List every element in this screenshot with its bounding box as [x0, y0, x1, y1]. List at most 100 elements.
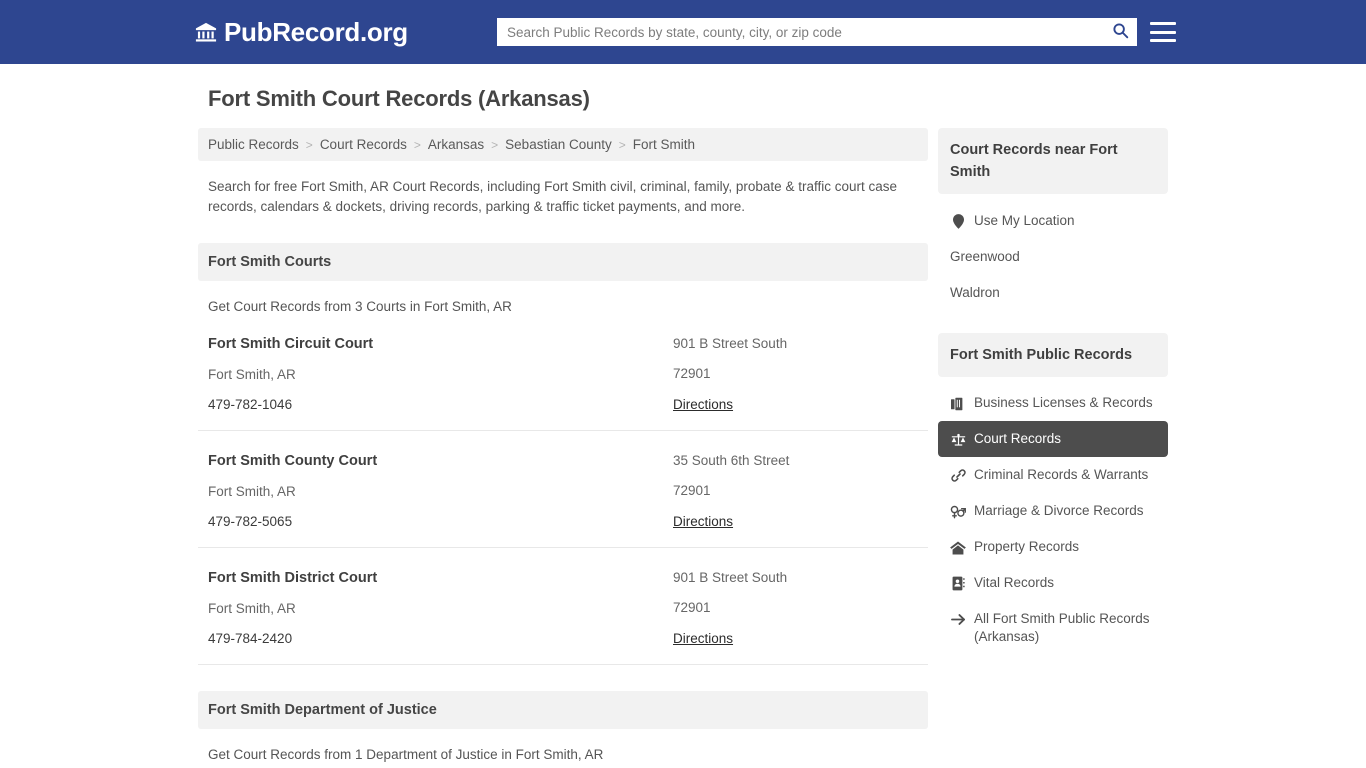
breadcrumb-item-fort-smith: Fort Smith	[632, 137, 696, 152]
scales-of-justice-icon	[950, 431, 966, 448]
map-pin-icon	[950, 213, 966, 230]
listing-city-state: Fort Smith, AR	[208, 484, 296, 499]
table-row: Fort Smith Arkansas Department of Justic…	[198, 762, 928, 768]
sidebar-item-vital-records[interactable]: Vital Records	[938, 565, 1168, 601]
list-item: Use My Location	[938, 203, 1168, 239]
address-book-icon	[950, 575, 966, 592]
listing-right: 35 South 6th Street 72901 Directions	[673, 453, 918, 531]
section-heading-courts: Fort Smith Courts	[198, 243, 928, 281]
sidebar-heading-public-records: Fort Smith Public Records	[938, 333, 1168, 377]
page-layout: Public Records > Court Records > Arkansa…	[198, 128, 1168, 768]
list-item: Waldron	[938, 275, 1168, 311]
listing-left: Fort Smith District Court Fort Smith, AR…	[208, 570, 673, 648]
breadcrumb-item-public-records[interactable]: Public Records	[208, 137, 299, 152]
venus-mars-icon	[950, 503, 966, 520]
sidebar-item-label: Vital Records	[974, 575, 1055, 590]
hamburger-bar	[1150, 30, 1176, 34]
bank-icon	[195, 21, 217, 43]
breadcrumb-separator: >	[491, 137, 499, 152]
breadcrumb-item-court-records[interactable]: Court Records	[320, 137, 407, 152]
hamburger-bar	[1150, 39, 1176, 42]
section-subheading-doj: Get Court Records from 1 Department of J…	[208, 747, 604, 762]
list-item: Marriage & Divorce Records	[938, 493, 1168, 529]
sidebar-item-label: Business Licenses & Records	[974, 395, 1153, 410]
briefcase-icon	[950, 395, 966, 412]
list-item: Business Licenses & Records	[938, 385, 1168, 421]
sidebar-item-label: Property Records	[974, 539, 1080, 554]
table-row: Fort Smith County Court Fort Smith, AR 4…	[198, 431, 928, 548]
listing-zip: 72901	[673, 366, 711, 381]
table-row: Fort Smith Circuit Court Fort Smith, AR …	[198, 314, 928, 431]
listing-street: 35 South 6th Street	[673, 453, 790, 468]
directions-link[interactable]: Directions	[673, 631, 733, 646]
search-input[interactable]	[497, 19, 1103, 45]
hamburger-bar	[1150, 22, 1176, 25]
breadcrumb: Public Records > Court Records > Arkansa…	[198, 128, 928, 161]
site-logo-text: PubRecord.org	[224, 17, 408, 47]
listing-phone: 479-782-1046	[208, 397, 293, 412]
sidebar-item-label: Greenwood	[950, 249, 1020, 264]
page-intro-text: Search for free Fort Smith, AR Court Rec…	[208, 179, 897, 214]
sidebar-list-nearby: Use My Location Greenwood Waldron	[938, 203, 1168, 311]
sidebar-item-property-records[interactable]: Property Records	[938, 529, 1168, 565]
listing-city-state: Fort Smith, AR	[208, 601, 296, 616]
sidebar-item-waldron[interactable]: Waldron	[938, 275, 1168, 311]
listing-left: Fort Smith County Court Fort Smith, AR 4…	[208, 453, 673, 531]
sidebar-item-criminal-records[interactable]: Criminal Records & Warrants	[938, 457, 1168, 493]
sidebar-item-label: Court Records	[974, 431, 1062, 446]
page-body: Fort Smith Court Records (Arkansas) Publ…	[0, 64, 1366, 768]
listing-right: 901 B Street South 72901 Directions	[673, 336, 918, 414]
listing-left: Fort Smith Circuit Court Fort Smith, AR …	[208, 336, 673, 414]
home-icon	[950, 539, 966, 556]
link-chain-icon	[950, 467, 966, 484]
listing-right: 901 B Street South 72901 Directions	[673, 570, 918, 648]
listing-zip: 72901	[673, 483, 711, 498]
page-title: Fort Smith Court Records (Arkansas)	[208, 86, 590, 111]
sidebar-item-label: Waldron	[950, 285, 1000, 300]
content-container: Fort Smith Court Records (Arkansas) Publ…	[198, 64, 1168, 768]
sidebar-item-label: Marriage & Divorce Records	[974, 503, 1144, 518]
search-icon	[1112, 22, 1129, 42]
breadcrumb-separator: >	[618, 137, 626, 152]
sidebar-heading-nearby: Court Records near Fort Smith	[938, 128, 1168, 194]
site-logo-link[interactable]: PubRecord.org	[195, 18, 408, 46]
site-header: PubRecord.org	[0, 0, 1366, 64]
listing-street: 901 B Street South	[673, 336, 788, 351]
listing-name: Fort Smith County Court	[208, 453, 378, 469]
hamburger-menu-icon[interactable]	[1150, 20, 1176, 44]
list-item: Greenwood	[938, 239, 1168, 275]
section-heading-doj: Fort Smith Department of Justice	[198, 691, 928, 729]
search-button[interactable]	[1103, 18, 1137, 46]
directions-link[interactable]: Directions	[673, 514, 733, 529]
search-bar[interactable]	[497, 18, 1137, 46]
listing-city-state: Fort Smith, AR	[208, 367, 296, 382]
sidebar-item-business-licenses[interactable]: Business Licenses & Records	[938, 385, 1168, 421]
breadcrumb-item-sebastian-county[interactable]: Sebastian County	[505, 137, 612, 152]
list-item: Criminal Records & Warrants	[938, 457, 1168, 493]
listing-zip: 72901	[673, 600, 711, 615]
breadcrumb-separator: >	[413, 137, 421, 152]
listing-street: 901 B Street South	[673, 570, 788, 585]
sidebar: Court Records near Fort Smith Use My Loc…	[938, 128, 1168, 655]
breadcrumb-separator: >	[305, 137, 313, 152]
sidebar-item-court-records[interactable]: Court Records	[938, 421, 1168, 457]
sidebar-item-label: All Fort Smith Public Records (Arkansas)	[974, 611, 1150, 644]
list-item: Court Records	[938, 421, 1168, 457]
listing-phone: 479-782-5065	[208, 514, 293, 529]
section-subheading-courts: Get Court Records from 3 Courts in Fort …	[208, 299, 512, 314]
listing-phone: 479-784-2420	[208, 631, 293, 646]
sidebar-item-greenwood[interactable]: Greenwood	[938, 239, 1168, 275]
arrow-right-icon	[950, 611, 966, 628]
table-row: Fort Smith District Court Fort Smith, AR…	[198, 548, 928, 665]
directions-link[interactable]: Directions	[673, 397, 733, 412]
listing-name: Fort Smith District Court	[208, 570, 378, 586]
sidebar-list-public-records: Business Licenses & Records Court Record…	[938, 385, 1168, 655]
sidebar-item-marriage-divorce[interactable]: Marriage & Divorce Records	[938, 493, 1168, 529]
sidebar-item-use-my-location[interactable]: Use My Location	[938, 203, 1168, 239]
list-item: Vital Records	[938, 565, 1168, 601]
sidebar-item-label: Criminal Records & Warrants	[974, 467, 1149, 482]
main-content: Public Records > Court Records > Arkansa…	[198, 128, 928, 768]
breadcrumb-item-arkansas[interactable]: Arkansas	[428, 137, 484, 152]
sidebar-item-all-public-records[interactable]: All Fort Smith Public Records (Arkansas)	[938, 601, 1168, 655]
sidebar-item-label: Use My Location	[974, 213, 1075, 228]
